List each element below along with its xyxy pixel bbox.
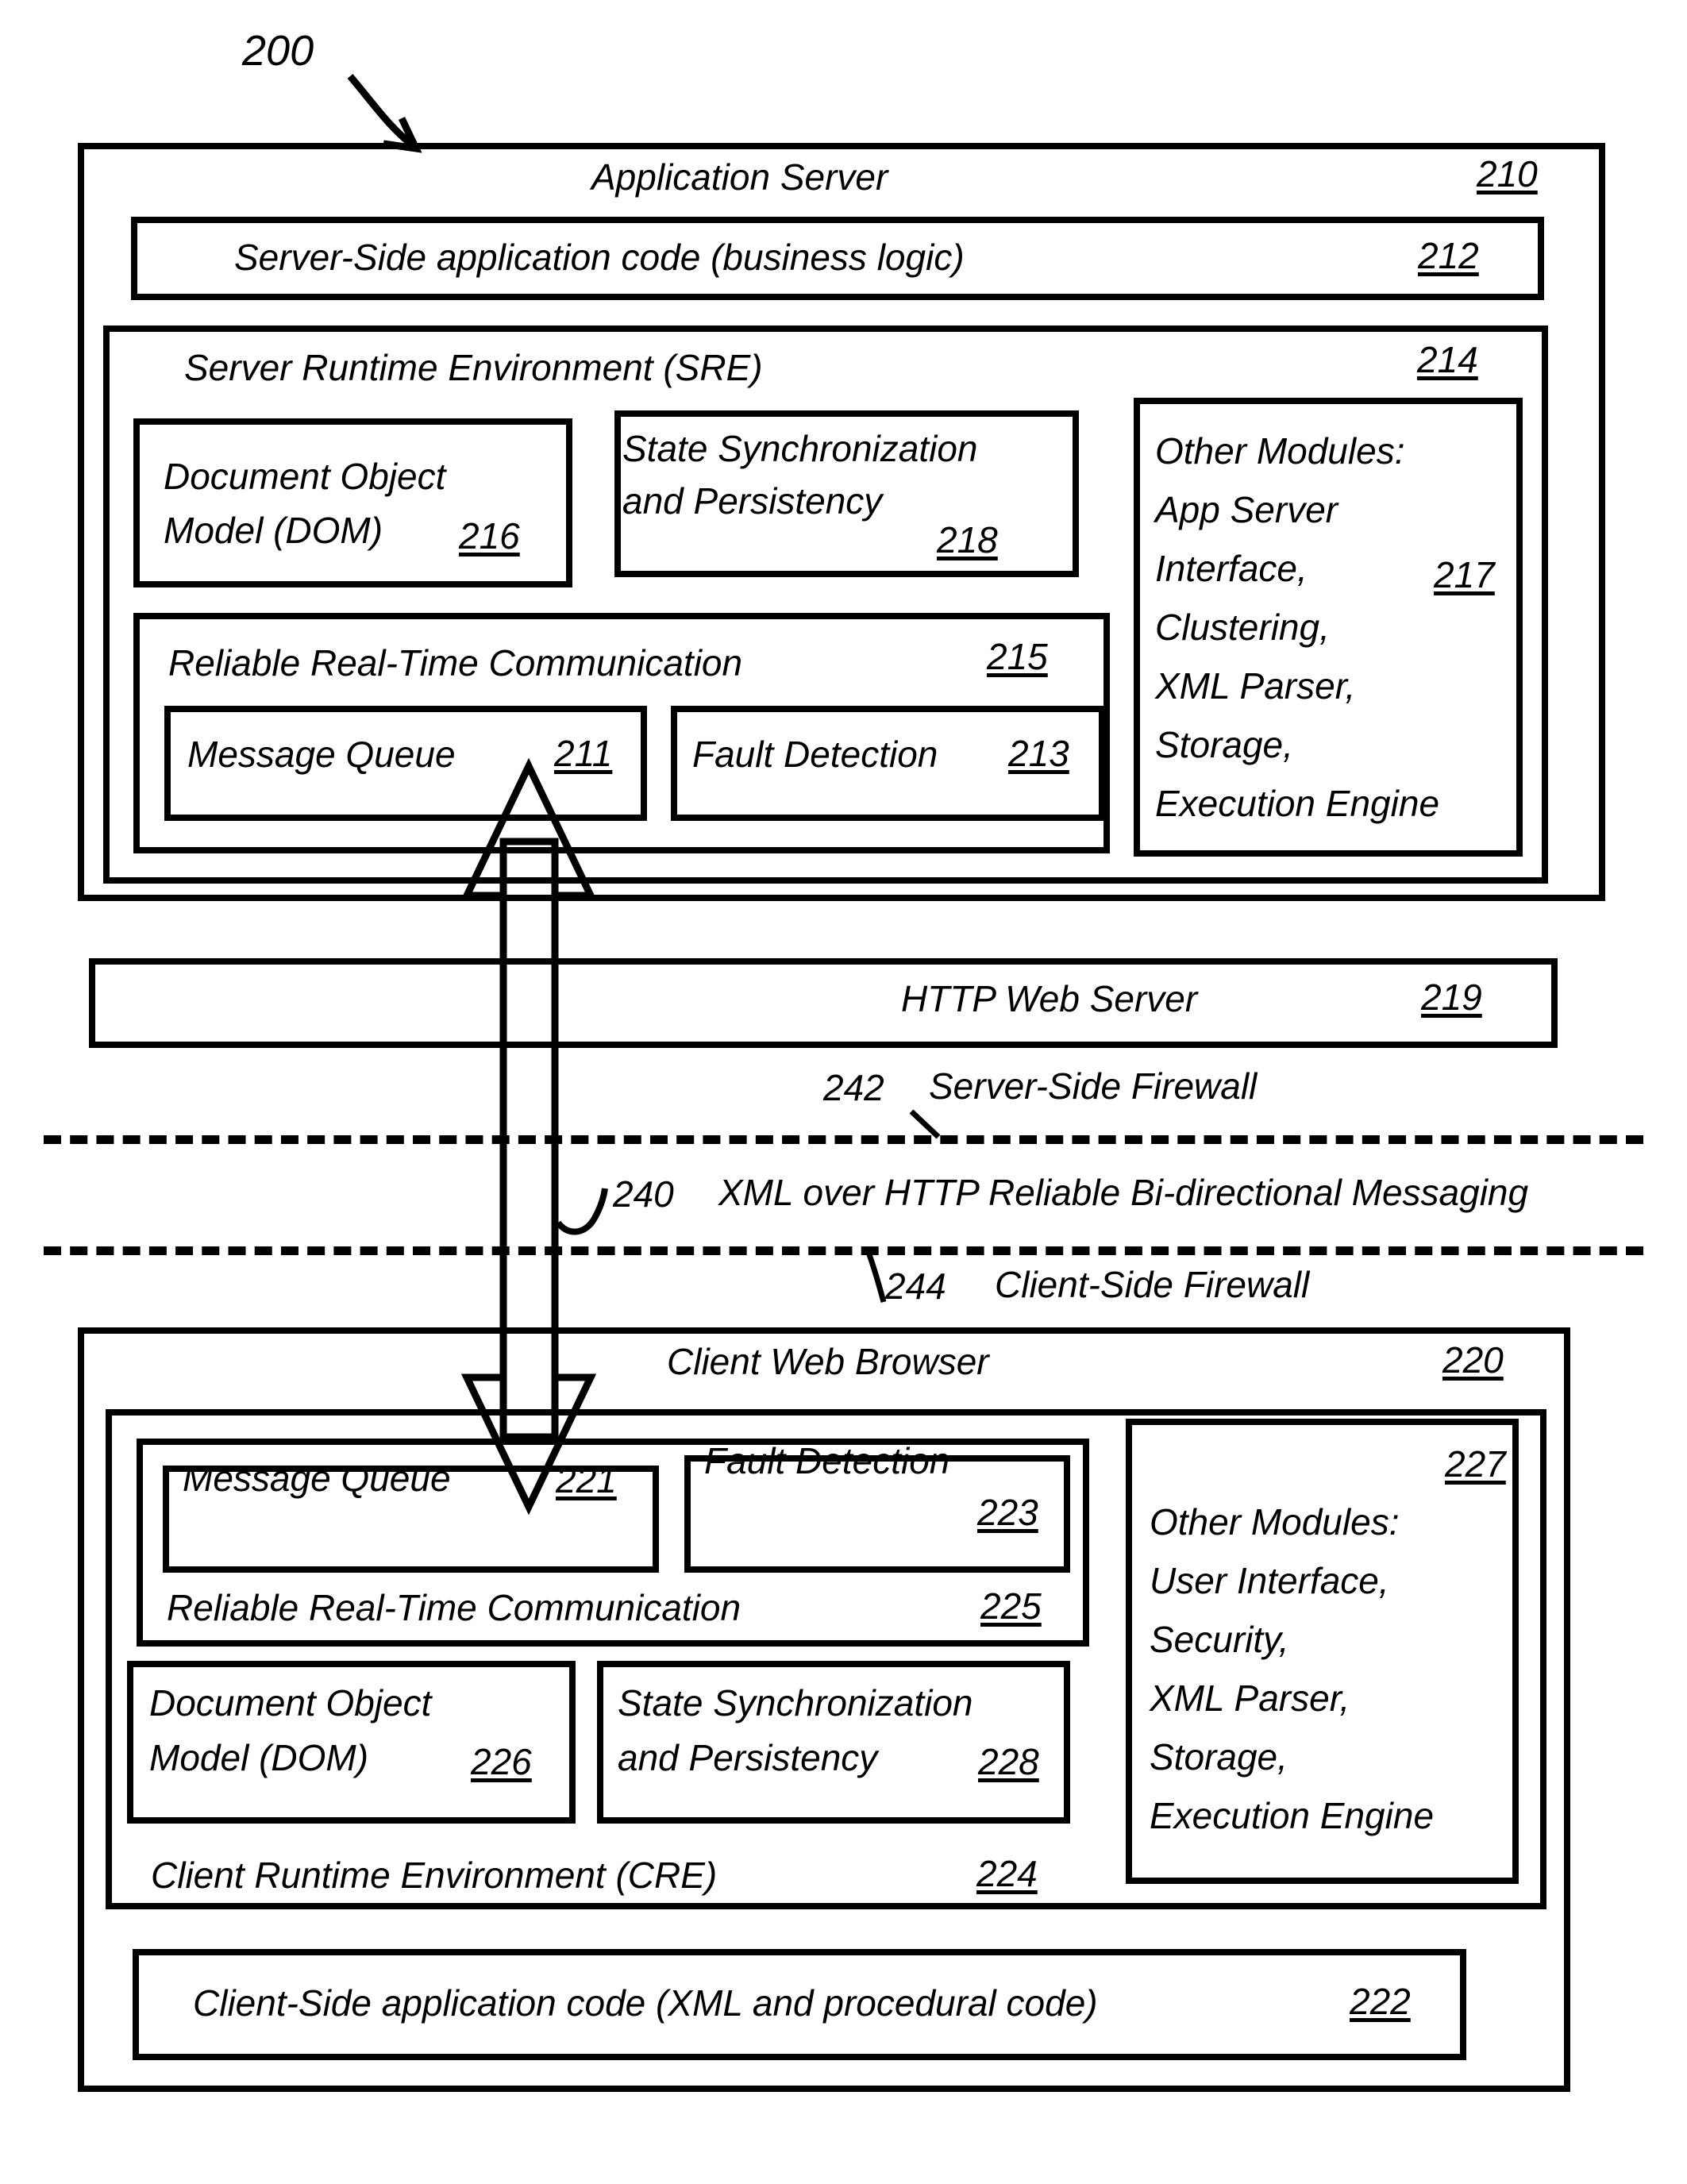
client-dom-line2: Model (DOM) [149,1737,369,1778]
server-other-modules-line-4: XML Parser, [1155,665,1356,707]
client-dom-ref: 226 [471,1741,532,1782]
client-other-modules-ref: 227 [1445,1443,1506,1485]
client-dom-line1: Document Object [149,1682,432,1724]
client-other-modules-line-1: User Interface, [1150,1560,1389,1601]
client-web-browser-title: Client Web Browser [667,1341,989,1382]
server-state-sync-line2: and Persistency [622,480,883,522]
server-firewall-ref: 242 [823,1067,884,1108]
server-other-modules-line-5: Storage, [1155,724,1293,765]
client-other-modules-line-4: Storage, [1150,1736,1288,1778]
application-server-ref: 210 [1477,153,1538,195]
client-app-code-label: Client-Side application code (XML and pr… [193,1982,1098,2024]
cre-label: Client Runtime Environment (CRE) [151,1855,718,1896]
server-firewall-line [44,1135,1643,1144]
server-dom-line1: Document Object [164,456,446,497]
server-app-code-ref: 212 [1418,235,1479,276]
client-firewall-ref: 244 [885,1265,946,1307]
sre-ref: 214 [1417,339,1478,380]
client-web-browser-ref: 220 [1442,1339,1504,1381]
client-fault-detection-ref: 223 [977,1492,1038,1533]
server-other-modules-line-1: App Server [1155,489,1338,530]
server-firewall-label: Server-Side Firewall [929,1065,1258,1107]
server-state-sync-ref: 218 [937,519,998,560]
figure-callout-arrow-icon [347,74,415,148]
sre-label: Server Runtime Environment (SRE) [184,347,763,388]
figure-200-diagram: 200 Application Server 210 Server-Side a… [0,0,1687,2184]
channel-leader [555,1188,608,1235]
server-firewall-leader [909,1109,941,1139]
server-dom-line2: Model (DOM) [164,510,383,551]
server-message-queue-label: Message Queue [187,734,456,775]
server-message-queue-ref: 211 [554,733,613,774]
http-web-server-box [89,958,1558,1048]
server-dom-box [133,418,572,587]
server-state-sync-line1: State Synchronization [622,428,978,469]
client-state-sync-line1: State Synchronization [618,1682,973,1724]
channel-ref: 240 [613,1173,674,1215]
http-web-server-ref: 219 [1421,976,1482,1018]
server-other-modules-line-3: Clustering, [1155,607,1330,648]
server-other-modules-line-6: Execution Engine [1155,783,1440,824]
server-app-code-label: Server-Side application code (business l… [234,237,965,278]
server-fault-detection-ref: 213 [1008,733,1069,774]
client-firewall-label: Client-Side Firewall [995,1264,1310,1305]
client-app-code-ref: 222 [1350,1981,1411,2022]
client-firewall-line [44,1246,1643,1255]
client-rrtc-label: Reliable Real-Time Communication [167,1587,741,1628]
server-dom-ref: 216 [459,515,520,557]
client-other-modules-line-5: Execution Engine [1150,1795,1435,1836]
server-other-modules-line-2: Interface, [1155,548,1308,589]
server-rrtc-ref: 215 [987,636,1048,677]
client-other-modules-line-3: XML Parser, [1150,1677,1350,1719]
channel-label: XML over HTTP Reliable Bi-directional Me… [718,1172,1529,1213]
server-other-modules-line-0: Other Modules: [1155,430,1405,472]
client-message-queue-ref: 221 [556,1459,617,1500]
cre-ref: 224 [976,1853,1038,1894]
figure-number: 200 [242,27,314,75]
client-message-queue-label: Message Queue [183,1458,451,1499]
client-firewall-leader [864,1246,887,1303]
client-rrtc-ref: 225 [980,1585,1042,1627]
server-fault-detection-label: Fault Detection [692,734,938,775]
client-fault-detection-label: Fault Detection [704,1440,950,1481]
client-other-modules-line-2: Security, [1150,1619,1289,1660]
client-state-sync-line2: and Persistency [618,1737,878,1778]
server-rrtc-label: Reliable Real-Time Communication [168,642,743,684]
server-other-modules-ref: 217 [1434,554,1495,595]
http-web-server-label: HTTP Web Server [901,978,1198,1019]
client-other-modules-line-0: Other Modules: [1150,1501,1400,1543]
application-server-title: Application Server [591,156,888,198]
client-state-sync-ref: 228 [978,1741,1039,1782]
